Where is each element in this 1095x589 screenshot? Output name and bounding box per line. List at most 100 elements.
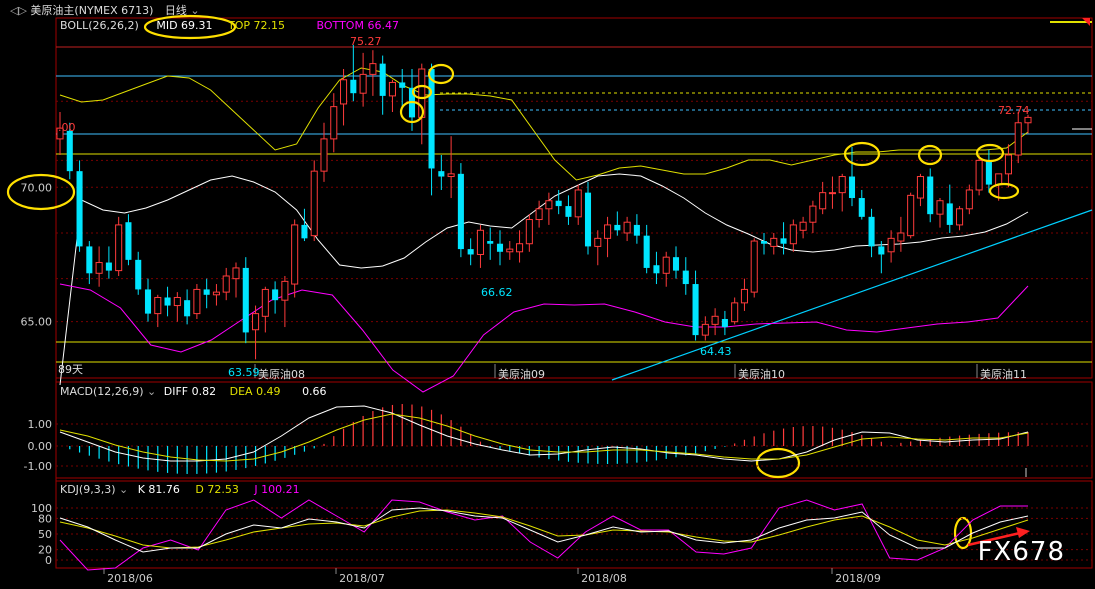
candle-body-up [281,280,289,301]
highlight-ellipse [953,516,973,550]
kdj-j-value: J 100.21 [254,483,300,496]
candle-body-up [1004,154,1012,175]
candle-body-up [535,208,543,221]
candle-body-down [379,63,386,96]
candle-body-up [594,237,602,247]
candle-body-up [799,221,807,231]
candle-body-up [828,192,836,195]
candle-body-up [604,224,612,239]
x-tick-label: 2018/06 [107,572,153,585]
x-tick-label: 2018/09 [835,572,881,585]
macd-dea-value: DEA 0.49 [229,385,281,398]
y-tick-label: 65.00 [21,316,53,329]
contract-label: 美原油08 [258,367,305,381]
candle-body-up [359,73,367,94]
candle-body-down [164,297,171,306]
candle-body-up [819,192,827,210]
candle-body-up [340,79,348,105]
candle-body-up [369,63,377,75]
highlight-ellipse [755,447,801,479]
candle-body-down [985,160,992,185]
x-tick-label: 2018/08 [581,572,627,585]
x-tick-label: 2018/07 [339,572,385,585]
candle-body-down [878,246,885,255]
candle-body-up [320,138,328,172]
candle-body-down [105,262,112,271]
candle-body-up [731,302,739,323]
candle-body-down [203,289,210,295]
contract-label: 美原油11 [980,367,1027,381]
candle-body-down [144,289,152,314]
candle-body-up [154,296,162,315]
level-marker-label: .00 [58,121,76,134]
candle-body-up [662,256,670,274]
chevron-down-icon[interactable]: ⌄ [147,385,156,398]
candle-body-up [291,224,299,285]
candle-body-down [643,235,650,268]
chevron-down-icon[interactable]: ⌄ [119,483,128,496]
candle-body-up [897,232,905,242]
candle-body-up [623,221,631,234]
candle-body-down [184,300,191,317]
highlight-ellipse [917,144,943,166]
macd-indicator-label[interactable]: MACD(12,26,9) [60,385,144,398]
candle-body-up [701,323,709,336]
candle-body-down [86,246,93,274]
candle-body-down [653,265,660,274]
candle-body-down [858,198,865,217]
candle-body-down [927,176,934,215]
watermark-logo: FX678 [977,537,1065,567]
candle-body-up [838,176,846,194]
candle-body-down [682,270,689,285]
period-selector[interactable]: 日线 [165,4,187,17]
candle-body-up [711,315,719,325]
candle-body-up [447,173,455,178]
y-tick-label: 80 [38,512,52,525]
y-tick-label: 0 [45,554,52,567]
candle-body-down [760,241,768,244]
candle-body-up [173,296,181,307]
candle-body-up [222,275,230,293]
recent-high-label: 72.74 [998,104,1030,117]
candle-body-down [457,173,464,250]
candle-body-down [555,200,562,207]
candle-body-down [350,79,357,94]
candle-body-up [95,262,103,274]
low-price-label: 63.59 [228,366,260,379]
candle-body-up [330,106,338,140]
candle-body-up [212,291,220,296]
candle-body-down [780,238,787,244]
candle-body-down [946,203,953,225]
macd-diff-line [59,405,1029,462]
candle-body-up [770,237,778,247]
boll-indicator-label[interactable]: BOLL(26,26,2) [60,19,139,32]
candle-body-up [574,189,582,218]
y-tick-label: -1.00 [24,460,52,473]
high-price-label: 75.27 [350,35,382,48]
candle-body-up [956,208,964,226]
candle-body-up [545,200,553,210]
candle-body-up [476,229,484,255]
candle-body-down [438,171,445,177]
candle-body-up [789,224,797,245]
boll-header: BOLL(26,26,2) MID 69.31 TOP 72.15 BOTTOM… [60,19,399,32]
candle-body-up [115,224,123,272]
boll-bottom-value: BOTTOM 66.47 [316,19,399,32]
back-icon[interactable]: ◁▷ [10,4,27,17]
boll-mid-value: MID 69.31 [156,19,213,32]
candle-body-down [428,69,435,169]
candle-body-down [868,216,875,247]
kdj-indicator-label[interactable]: KDJ(9,3,3) [60,483,116,496]
candle-body-down [135,259,142,290]
candle-body-down [848,176,856,199]
candle-body-up [936,200,944,215]
candle-body-down [76,171,83,247]
candle-body-down [721,318,728,328]
candle-body-up [516,243,524,253]
stock-chart[interactable]: 70.00 65.00 .00 89天 美原油08 美原油09 美原油10 美原油11 75.2… [0,0,1095,589]
kdj-d-value: D 72.53 [195,483,239,496]
chevron-down-icon[interactable]: ⌄ [190,4,199,17]
candle-body-up [975,159,983,191]
boll-top-value: TOP 72.15 [228,19,286,32]
candle-body-down [692,284,699,336]
